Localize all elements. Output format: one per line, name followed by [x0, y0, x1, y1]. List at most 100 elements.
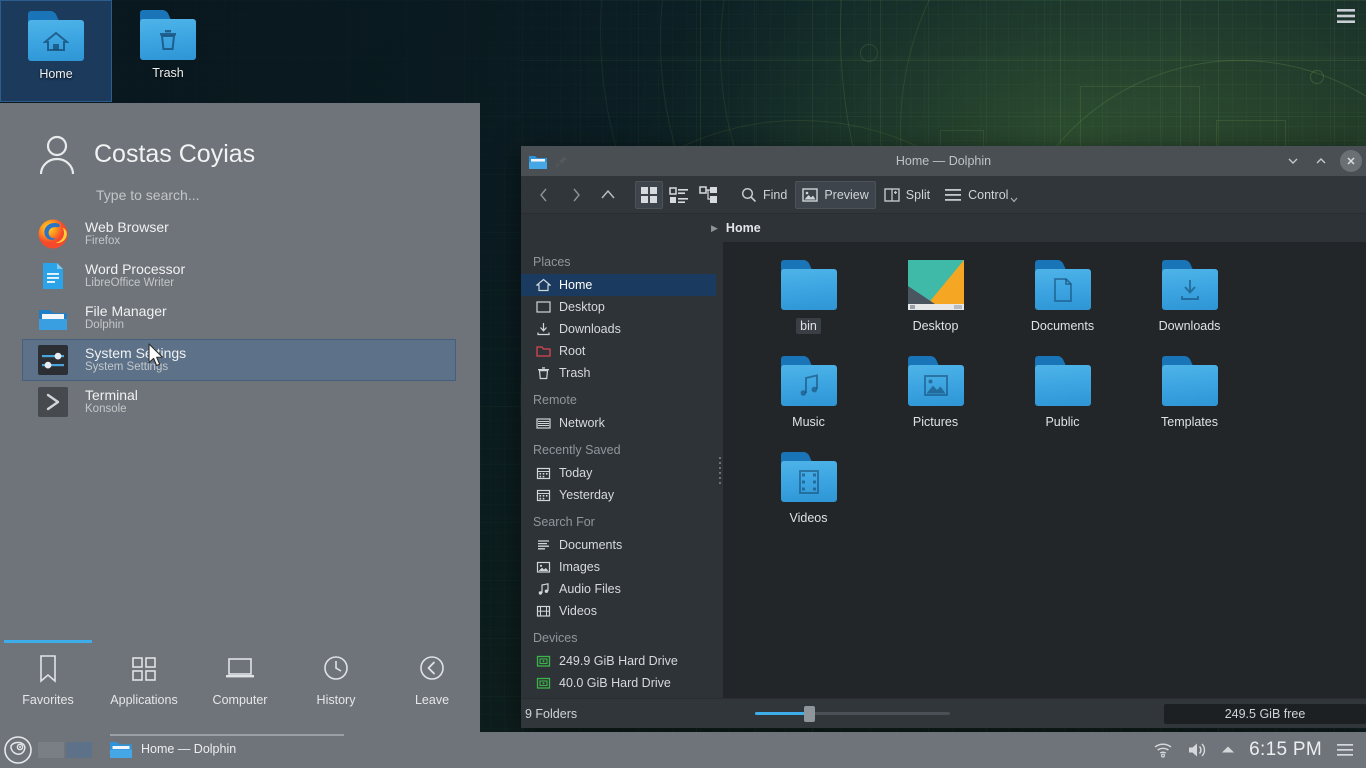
- up-button[interactable]: [593, 181, 623, 209]
- hard-drive-icon: [535, 653, 551, 669]
- file-item-bin[interactable]: bin: [745, 260, 872, 356]
- volume-icon[interactable]: [1187, 741, 1207, 759]
- places-item-today[interactable]: Today: [521, 462, 716, 484]
- places-item-trash[interactable]: Trash: [521, 362, 716, 384]
- kickoff-item-name: Word Processor: [85, 261, 185, 278]
- icons-view-button[interactable]: [635, 181, 663, 209]
- home-icon: [535, 277, 551, 293]
- desktop-icon-trash[interactable]: Trash: [112, 0, 224, 102]
- places-item-search-images[interactable]: Images: [521, 556, 716, 578]
- maximize-button[interactable]: [1308, 149, 1334, 173]
- file-item-desktop[interactable]: Desktop: [872, 260, 999, 356]
- opensuse-chameleon-icon[interactable]: [0, 732, 36, 768]
- kickoff-item-system-settings[interactable]: System Settings System Settings: [22, 339, 456, 381]
- user-avatar-icon[interactable]: [34, 131, 80, 177]
- kickoff-tab-leave[interactable]: Leave: [384, 640, 480, 707]
- dolphin-titlebar[interactable]: Home — Dolphin: [521, 146, 1366, 176]
- wifi-icon[interactable]: [1153, 742, 1173, 758]
- task-button-dolphin[interactable]: Home — Dolphin: [102, 732, 352, 766]
- places-item-desktop[interactable]: Desktop: [521, 296, 716, 318]
- control-label: Control: [968, 188, 1008, 202]
- breadcrumb[interactable]: ▶ Home: [521, 214, 1366, 242]
- network-icon: [535, 415, 551, 431]
- kickoff-item-file-manager[interactable]: File Manager Dolphin: [0, 297, 456, 339]
- kickoff-item-subtitle: LibreOffice Writer: [85, 277, 185, 291]
- file-grid: bin Des: [745, 260, 1366, 548]
- clock[interactable]: 6:15 PM: [1249, 739, 1322, 761]
- file-item-videos[interactable]: Videos: [745, 452, 872, 548]
- system-tray: 6:15 PM: [1153, 739, 1366, 761]
- file-name: Downloads: [1155, 318, 1225, 334]
- breadcrumb-path: Home: [726, 221, 761, 235]
- pager-desktop-1[interactable]: [38, 742, 64, 758]
- places-group-title: Places: [521, 246, 716, 274]
- file-item-public[interactable]: Public: [999, 356, 1126, 452]
- places-item-hard-drive-40[interactable]: 40.0 GiB Hard Drive: [521, 672, 716, 694]
- kickoff-tab-label: Leave: [415, 693, 449, 707]
- file-item-pictures[interactable]: Pictures: [872, 356, 999, 452]
- show-hidden-arrow-icon[interactable]: [1221, 745, 1235, 755]
- places-group-title: Search For: [521, 506, 716, 534]
- find-button[interactable]: Find: [735, 181, 793, 209]
- file-name: Desktop: [909, 318, 963, 334]
- hamburger-menu-icon[interactable]: [1336, 8, 1356, 24]
- folder-count-label: 9 Folders: [525, 707, 755, 721]
- places-item-hard-drive-249[interactable]: 249.9 GiB Hard Drive: [521, 650, 716, 672]
- chevron-up-icon: [1314, 154, 1328, 168]
- sidebar-splitter[interactable]: [716, 242, 723, 698]
- search-placeholder: Type to search...: [96, 187, 200, 203]
- back-button[interactable]: [529, 181, 559, 209]
- places-item-root[interactable]: Root: [521, 340, 716, 362]
- places-item-downloads[interactable]: Downloads: [521, 318, 716, 340]
- plain-folder-icon: [781, 260, 837, 310]
- preview-button[interactable]: Preview: [795, 181, 875, 209]
- kickoff-tab-applications[interactable]: Applications: [96, 640, 192, 707]
- places-item-network[interactable]: Network: [521, 412, 716, 434]
- places-item-yesterday[interactable]: Yesterday: [521, 484, 716, 506]
- file-view[interactable]: bin Des: [723, 242, 1366, 698]
- kickoff-item-word-processor[interactable]: Word Processor LibreOffice Writer: [0, 255, 456, 297]
- hamburger-menu-icon[interactable]: [1336, 743, 1354, 757]
- kickoff-item-web-browser[interactable]: Web Browser Firefox: [0, 213, 456, 255]
- desktop-pager[interactable]: [38, 742, 92, 758]
- control-button[interactable]: Control: [938, 181, 1024, 209]
- dolphin-toolbar: Find Preview Split: [521, 176, 1366, 214]
- file-item-music[interactable]: Music: [745, 356, 872, 452]
- places-item-search-videos[interactable]: Videos: [521, 600, 716, 622]
- desktop-icon-home[interactable]: Home: [0, 0, 112, 102]
- file-item-documents[interactable]: Documents: [999, 260, 1126, 356]
- split-button[interactable]: Split: [878, 181, 936, 209]
- file-name: bin: [796, 318, 821, 334]
- places-item-label: Root: [559, 344, 585, 358]
- places-item-home[interactable]: Home: [521, 274, 716, 296]
- kickoff-tab-label: History: [317, 693, 356, 707]
- kickoff-tab-favorites[interactable]: Favorites: [0, 640, 96, 707]
- places-item-search-documents[interactable]: Documents: [521, 534, 716, 556]
- pager-desktop-2[interactable]: [66, 742, 92, 758]
- places-item-search-audio[interactable]: Audio Files: [521, 578, 716, 600]
- user-name: Costas Coyias: [94, 140, 255, 169]
- zoom-slider-handle[interactable]: [804, 706, 815, 722]
- zoom-slider[interactable]: [755, 706, 950, 722]
- kickoff-favorites-list: Web Browser Firefox Word Processor: [0, 213, 480, 423]
- file-item-templates[interactable]: Templates: [1126, 356, 1253, 452]
- kickoff-tab-history[interactable]: History: [288, 640, 384, 707]
- kickoff-search-field[interactable]: Type to search...: [0, 177, 480, 213]
- places-item-label: Documents: [559, 538, 622, 552]
- desktop-thumbnail-icon: [908, 260, 964, 310]
- close-button[interactable]: [1340, 150, 1362, 172]
- file-item-downloads[interactable]: Downloads: [1126, 260, 1253, 356]
- kickoff-item-terminal[interactable]: Terminal Konsole: [0, 381, 456, 423]
- plain-folder-icon: [1035, 356, 1091, 406]
- details-view-button[interactable]: [665, 181, 693, 209]
- forward-button[interactable]: [561, 181, 591, 209]
- dolphin-window: Home — Dolphin: [521, 146, 1366, 728]
- kickoff-tab-computer[interactable]: Computer: [192, 640, 288, 707]
- details-view-icon: [669, 186, 689, 204]
- kickoff-item-subtitle: Firefox: [85, 235, 169, 249]
- columns-view-button[interactable]: [695, 181, 723, 209]
- file-name: Pictures: [909, 414, 962, 430]
- minimize-button[interactable]: [1280, 149, 1306, 173]
- kickoff-item-subtitle: Konsole: [85, 403, 138, 417]
- places-item-label: Trash: [559, 366, 591, 380]
